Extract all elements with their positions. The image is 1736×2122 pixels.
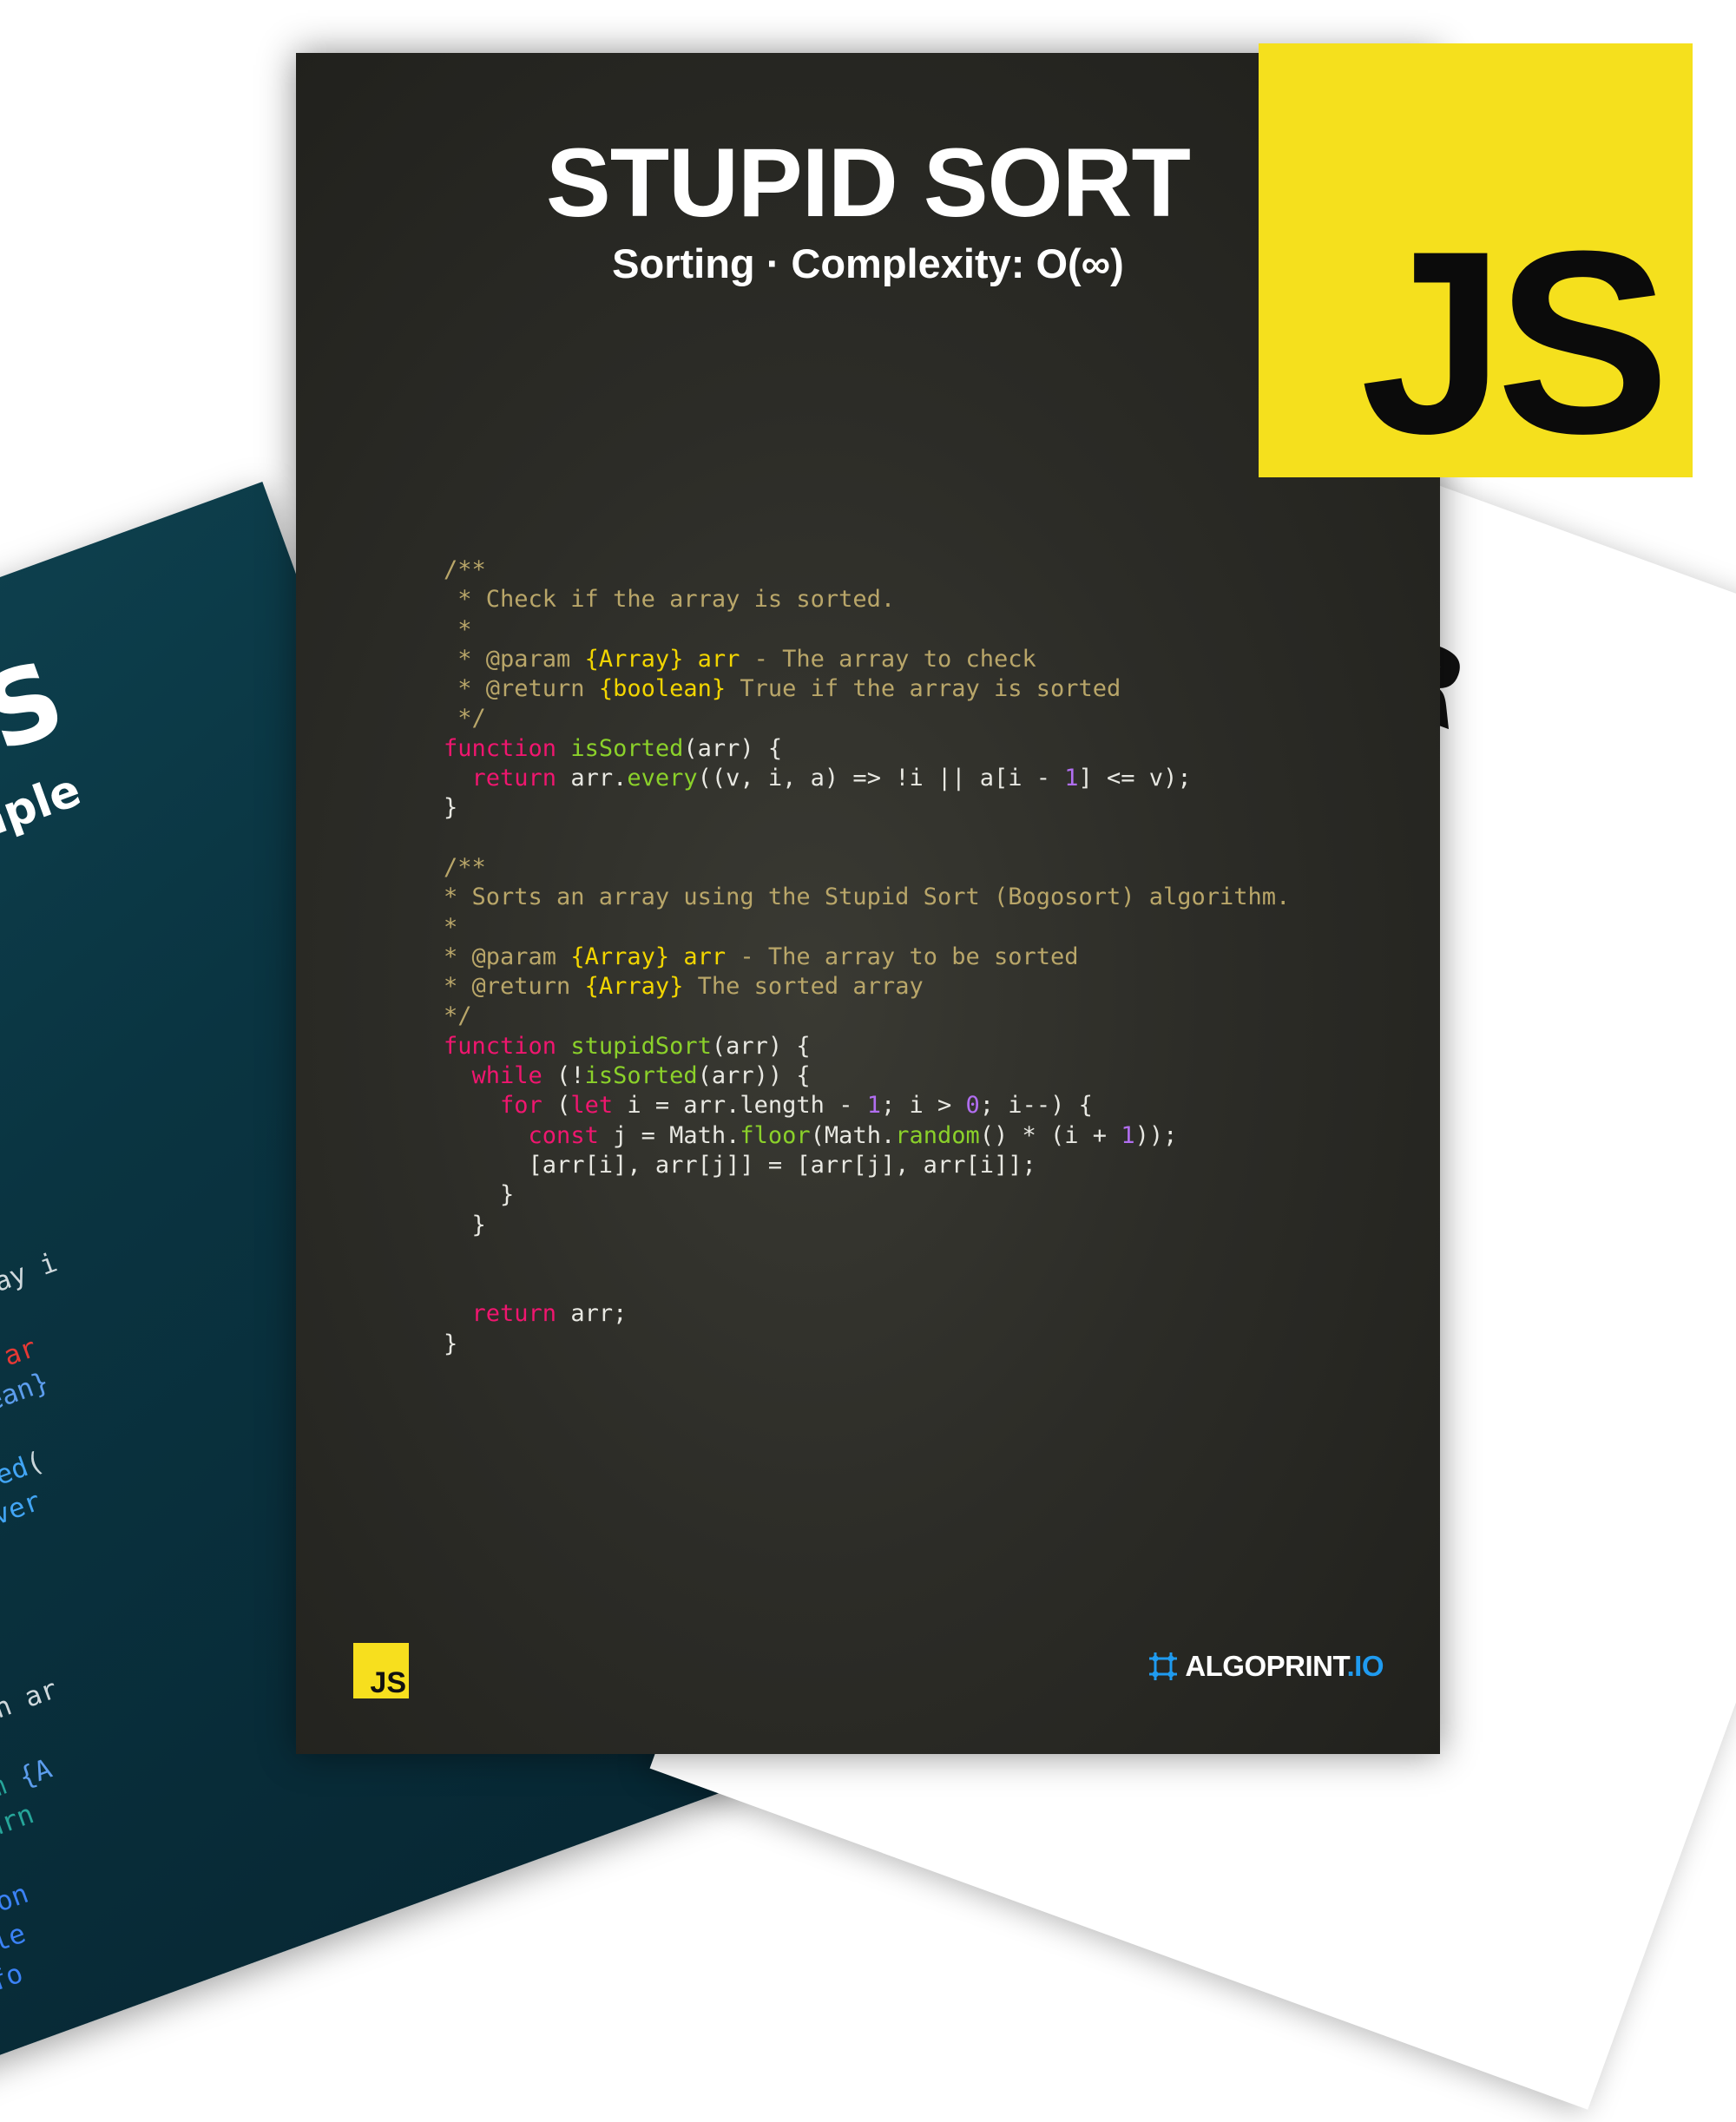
- js-logo-large: JS: [1259, 43, 1693, 477]
- js-logo-text: JS: [370, 1666, 406, 1699]
- code-block: /** * Check if the array i * * @param {A…: [0, 1246, 62, 1999]
- brand-suffix: .IO: [1346, 1650, 1384, 1682]
- code-block: /** * Check if the array is sorted. * * …: [444, 556, 1291, 1357]
- js-logo-small: JS: [353, 1643, 409, 1698]
- brand-wordmark: ALGOPRINT.IO: [1185, 1650, 1384, 1683]
- grid-logo-icon: [1149, 1652, 1178, 1680]
- js-logo-text: JS: [1360, 196, 1670, 488]
- brand-name: ALGOPRINT: [1185, 1650, 1347, 1682]
- algoprint-brand: ALGOPRINT.IO: [1147, 1650, 1384, 1683]
